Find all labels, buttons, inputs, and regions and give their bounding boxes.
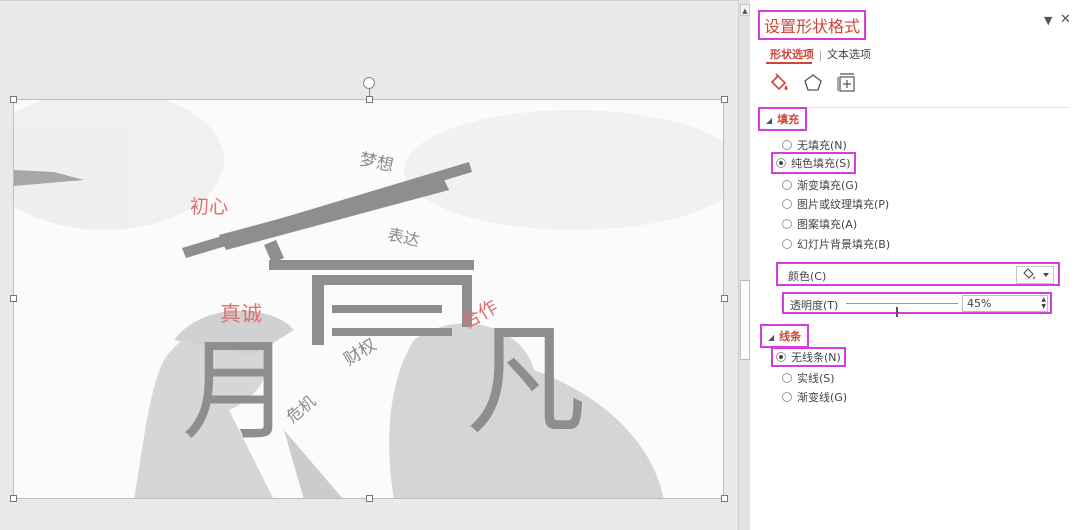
- color-picker-button[interactable]: [1016, 266, 1054, 284]
- line-section-header[interactable]: ◢ 线条: [760, 324, 810, 348]
- pane-options-dropdown-icon[interactable]: ▼: [1044, 14, 1052, 27]
- tab-shape-options[interactable]: 形状选项: [766, 46, 818, 62]
- radio-button[interactable]: [782, 392, 792, 402]
- radio-label: 渐变线(G): [797, 391, 848, 404]
- resize-handle-ml[interactable]: [10, 295, 17, 302]
- transparency-input[interactable]: 45% ▲ ▼: [962, 295, 1048, 312]
- line-option-gradient[interactable]: 渐变线(G): [782, 389, 847, 405]
- fill-section-header[interactable]: ◢ 填充: [758, 107, 808, 131]
- spin-arrows-icon[interactable]: ▲ ▼: [1041, 296, 1046, 310]
- radio-label: 图片或纹理填充(P): [797, 198, 890, 211]
- word-origin: 初心: [190, 196, 229, 218]
- transparency-label: 透明度(T): [790, 299, 839, 312]
- radio-button[interactable]: [782, 219, 792, 229]
- vertical-scrollbar[interactable]: ▲: [738, 0, 750, 530]
- fill-option-gradient[interactable]: 渐变填充(G): [782, 177, 858, 193]
- fill-option-slide-background[interactable]: 幻灯片背景填充(B): [782, 236, 890, 252]
- line-option-solid[interactable]: 实线(S): [782, 370, 835, 386]
- color-label: 颜色(C): [788, 270, 827, 283]
- big-glyph-moon: 月: [182, 327, 292, 455]
- fill-option-picture[interactable]: 图片或纹理填充(P): [782, 196, 889, 212]
- transparency-value: 45%: [967, 297, 992, 310]
- collapse-triangle-icon: ◢: [766, 116, 773, 125]
- tab-separator: [820, 49, 821, 61]
- radio-button[interactable]: [782, 239, 792, 249]
- resize-handle-tl[interactable]: [10, 96, 17, 103]
- line-section-title: 线条: [779, 330, 802, 343]
- resize-handle-bl[interactable]: [10, 495, 17, 502]
- slide-canvas-area: 梦想 初心 表达 真诚 合作 财权 危机 月 凡: [0, 0, 738, 530]
- radio-button[interactable]: [782, 373, 792, 383]
- size-properties-icon[interactable]: [836, 72, 858, 94]
- radio-label: 实线(S): [797, 372, 835, 385]
- resize-handle-br[interactable]: [721, 495, 728, 502]
- format-shape-pane: 设置形状格式 ▼ ✕ 形状选项 文本选项 ◢ 填充 无填充(N) 纯色填充(S)…: [750, 0, 1080, 530]
- resize-handle-mr[interactable]: [721, 295, 728, 302]
- radio-button-selected[interactable]: [776, 352, 786, 362]
- scroll-thumb[interactable]: [740, 280, 750, 360]
- resize-handle-tm[interactable]: [366, 96, 373, 103]
- paint-bucket-dropdown-icon: [1023, 268, 1049, 279]
- fill-color-row: 颜色(C): [776, 262, 1060, 286]
- word-sincere: 真诚: [220, 302, 262, 326]
- big-glyph-fan: 凡: [466, 312, 586, 451]
- radio-button[interactable]: [782, 199, 792, 209]
- radio-button[interactable]: [782, 140, 792, 150]
- radio-label: 幻灯片背景填充(B): [797, 238, 891, 251]
- pane-close-icon[interactable]: ✕: [1060, 12, 1071, 27]
- fill-option-solid[interactable]: 纯色填充(S): [771, 152, 856, 174]
- radio-button-selected[interactable]: [776, 158, 786, 168]
- fill-option-none[interactable]: 无填充(N): [782, 137, 847, 153]
- resize-handle-bm[interactable]: [366, 495, 373, 502]
- radio-label: 无填充(N): [797, 139, 847, 152]
- transparency-slider[interactable]: [846, 303, 958, 317]
- active-tab-indicator: [766, 62, 812, 64]
- radio-label: 图案填充(A): [797, 218, 858, 231]
- pane-tabs: 形状选项 文本选项: [766, 46, 875, 62]
- effects-pentagon-icon[interactable]: [802, 72, 824, 94]
- resize-handle-tr[interactable]: [721, 96, 728, 103]
- radio-label: 纯色填充(S): [791, 157, 851, 170]
- radio-label: 渐变填充(G): [797, 179, 859, 192]
- tab-text-options[interactable]: 文本选项: [823, 46, 875, 62]
- scroll-up-arrow-icon[interactable]: ▲: [740, 4, 750, 16]
- fill-line-icon[interactable]: [768, 72, 790, 94]
- line-option-none[interactable]: 无线条(N): [771, 347, 846, 367]
- transparency-slider-thumb[interactable]: [896, 307, 898, 317]
- rotation-handle[interactable]: [363, 77, 375, 89]
- transparency-row: 透明度(T) 45% ▲ ▼: [782, 292, 1052, 317]
- slide[interactable]: 梦想 初心 表达 真诚 合作 财权 危机 月 凡: [13, 99, 724, 499]
- pane-title: 设置形状格式: [758, 10, 867, 40]
- fill-section-title: 填充: [777, 113, 800, 126]
- collapse-triangle-icon: ◢: [768, 333, 775, 342]
- fill-option-pattern[interactable]: 图案填充(A): [782, 216, 857, 232]
- radio-label: 无线条(N): [791, 351, 841, 364]
- radio-button[interactable]: [782, 180, 792, 190]
